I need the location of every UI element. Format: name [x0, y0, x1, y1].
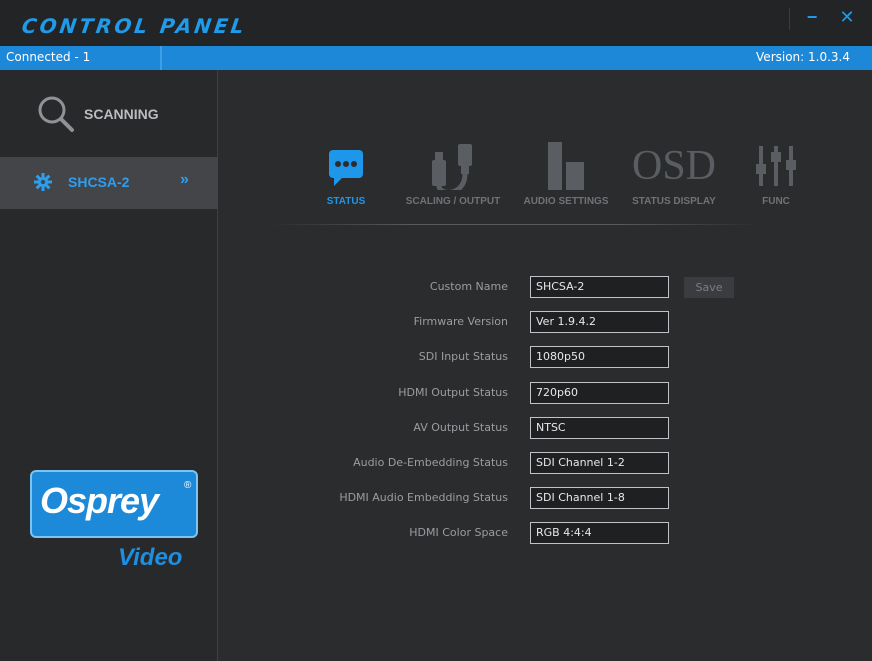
osd-text-icon: OSD	[631, 143, 717, 189]
tab-func[interactable]: FUNC	[746, 142, 806, 214]
logo-registered-mark: ®	[184, 480, 192, 491]
tab-audio-settings[interactable]: AUDIO SETTINGS	[516, 142, 616, 214]
title-bar: CONTROL PANEL − ✕	[0, 0, 872, 46]
sdi-input-row: SDI Input Status 1080p50	[270, 346, 790, 368]
logo-subtitle: Video	[118, 544, 183, 571]
firmware-label: Firmware Version	[413, 315, 508, 328]
custom-name-row: Custom Name SHCSA-2 Save	[270, 276, 790, 298]
chat-bubble-icon	[329, 150, 363, 186]
tab-label: STATUS DISPLAY	[632, 196, 716, 207]
custom-name-label: Custom Name	[429, 280, 508, 293]
tab-label: SCALING / OUTPUT	[405, 196, 501, 207]
hdmi-output-field: 720p60	[530, 382, 669, 404]
sidebar-item-label: SCANNING	[84, 106, 159, 122]
hdmi-color-label: HDMI Color Space	[409, 526, 508, 539]
search-icon	[38, 96, 74, 132]
tab-bar: STATUS SCALING / OUTPUT AUDIO SETTINGS O…	[218, 70, 872, 230]
status-bar: Connected - 1 Version: 1.0.3.4	[0, 46, 872, 70]
sdi-input-field: 1080p50	[530, 346, 669, 368]
firmware-field: Ver 1.9.4.2	[530, 311, 669, 333]
av-output-field: NTSC	[530, 417, 669, 439]
osprey-logo: Osprey ®	[30, 470, 198, 538]
audio-deembed-field: SDI Channel 1-2	[530, 452, 669, 474]
av-output-label: AV Output Status	[413, 421, 508, 434]
minimize-button[interactable]: −	[797, 6, 827, 30]
save-button[interactable]: Save	[684, 277, 734, 298]
connection-status: Connected - 1	[6, 50, 91, 64]
audio-deembed-row: Audio De-Embedding Status SDI Channel 1-…	[270, 452, 790, 474]
logo-brand: Osprey	[40, 480, 159, 521]
sdi-input-label: SDI Input Status	[418, 350, 508, 363]
tab-label: FUNC	[762, 196, 790, 207]
tab-label: STATUS	[326, 196, 366, 207]
hdmi-color-field: RGB 4:4:4	[530, 522, 669, 544]
hdmi-audio-embed-label: HDMI Audio Embedding Status	[339, 491, 508, 504]
status-divider	[160, 46, 162, 70]
double-chevron-right-icon: »	[180, 171, 189, 188]
av-output-row: AV Output Status NTSC	[270, 417, 790, 439]
hdmi-audio-embed-field: SDI Channel 1-8	[530, 487, 669, 509]
version-label: Version: 1.0.3.4	[756, 50, 850, 64]
tab-status-display[interactable]: OSD STATUS DISPLAY	[622, 142, 726, 214]
cable-plug-icon	[432, 144, 472, 190]
tab-label: AUDIO SETTINGS	[523, 196, 609, 207]
sidebar-item-scanning[interactable]: SCANNING	[0, 70, 218, 156]
app-title: CONTROL PANEL	[20, 14, 249, 38]
custom-name-input[interactable]: SHCSA-2	[530, 276, 669, 298]
sidebar: SCANNING SHCSA-2 »	[0, 70, 218, 661]
close-button[interactable]: ✕	[832, 6, 862, 30]
audio-deembed-label: Audio De-Embedding Status	[353, 456, 508, 469]
bar-chart-icon	[548, 142, 584, 190]
sliders-icon	[756, 146, 796, 186]
firmware-row: Firmware Version Ver 1.9.4.2	[270, 311, 790, 333]
sidebar-item-device[interactable]: SHCSA-2 »	[0, 157, 218, 209]
tab-divider	[270, 224, 760, 225]
tab-scaling-output[interactable]: SCALING / OUTPUT	[398, 142, 508, 214]
sidebar-item-label: SHCSA-2	[68, 174, 130, 190]
hdmi-color-row: HDMI Color Space RGB 4:4:4	[270, 522, 790, 544]
tab-status[interactable]: STATUS	[316, 142, 376, 214]
gear-icon	[34, 173, 52, 191]
hdmi-output-row: HDMI Output Status 720p60	[270, 382, 790, 404]
hdmi-audio-embed-row: HDMI Audio Embedding Status SDI Channel …	[270, 487, 790, 509]
hdmi-output-label: HDMI Output Status	[398, 386, 508, 399]
title-separator	[789, 8, 790, 30]
